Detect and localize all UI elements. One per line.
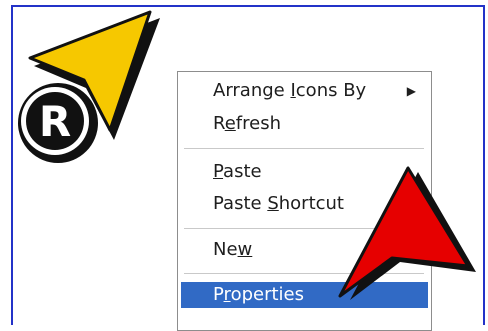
annotation-overlay: R — [18, 10, 476, 300]
registered-r-badge-icon: R — [18, 83, 98, 163]
svg-text:R: R — [39, 97, 71, 146]
red-cursor-arrow-icon — [338, 166, 476, 300]
